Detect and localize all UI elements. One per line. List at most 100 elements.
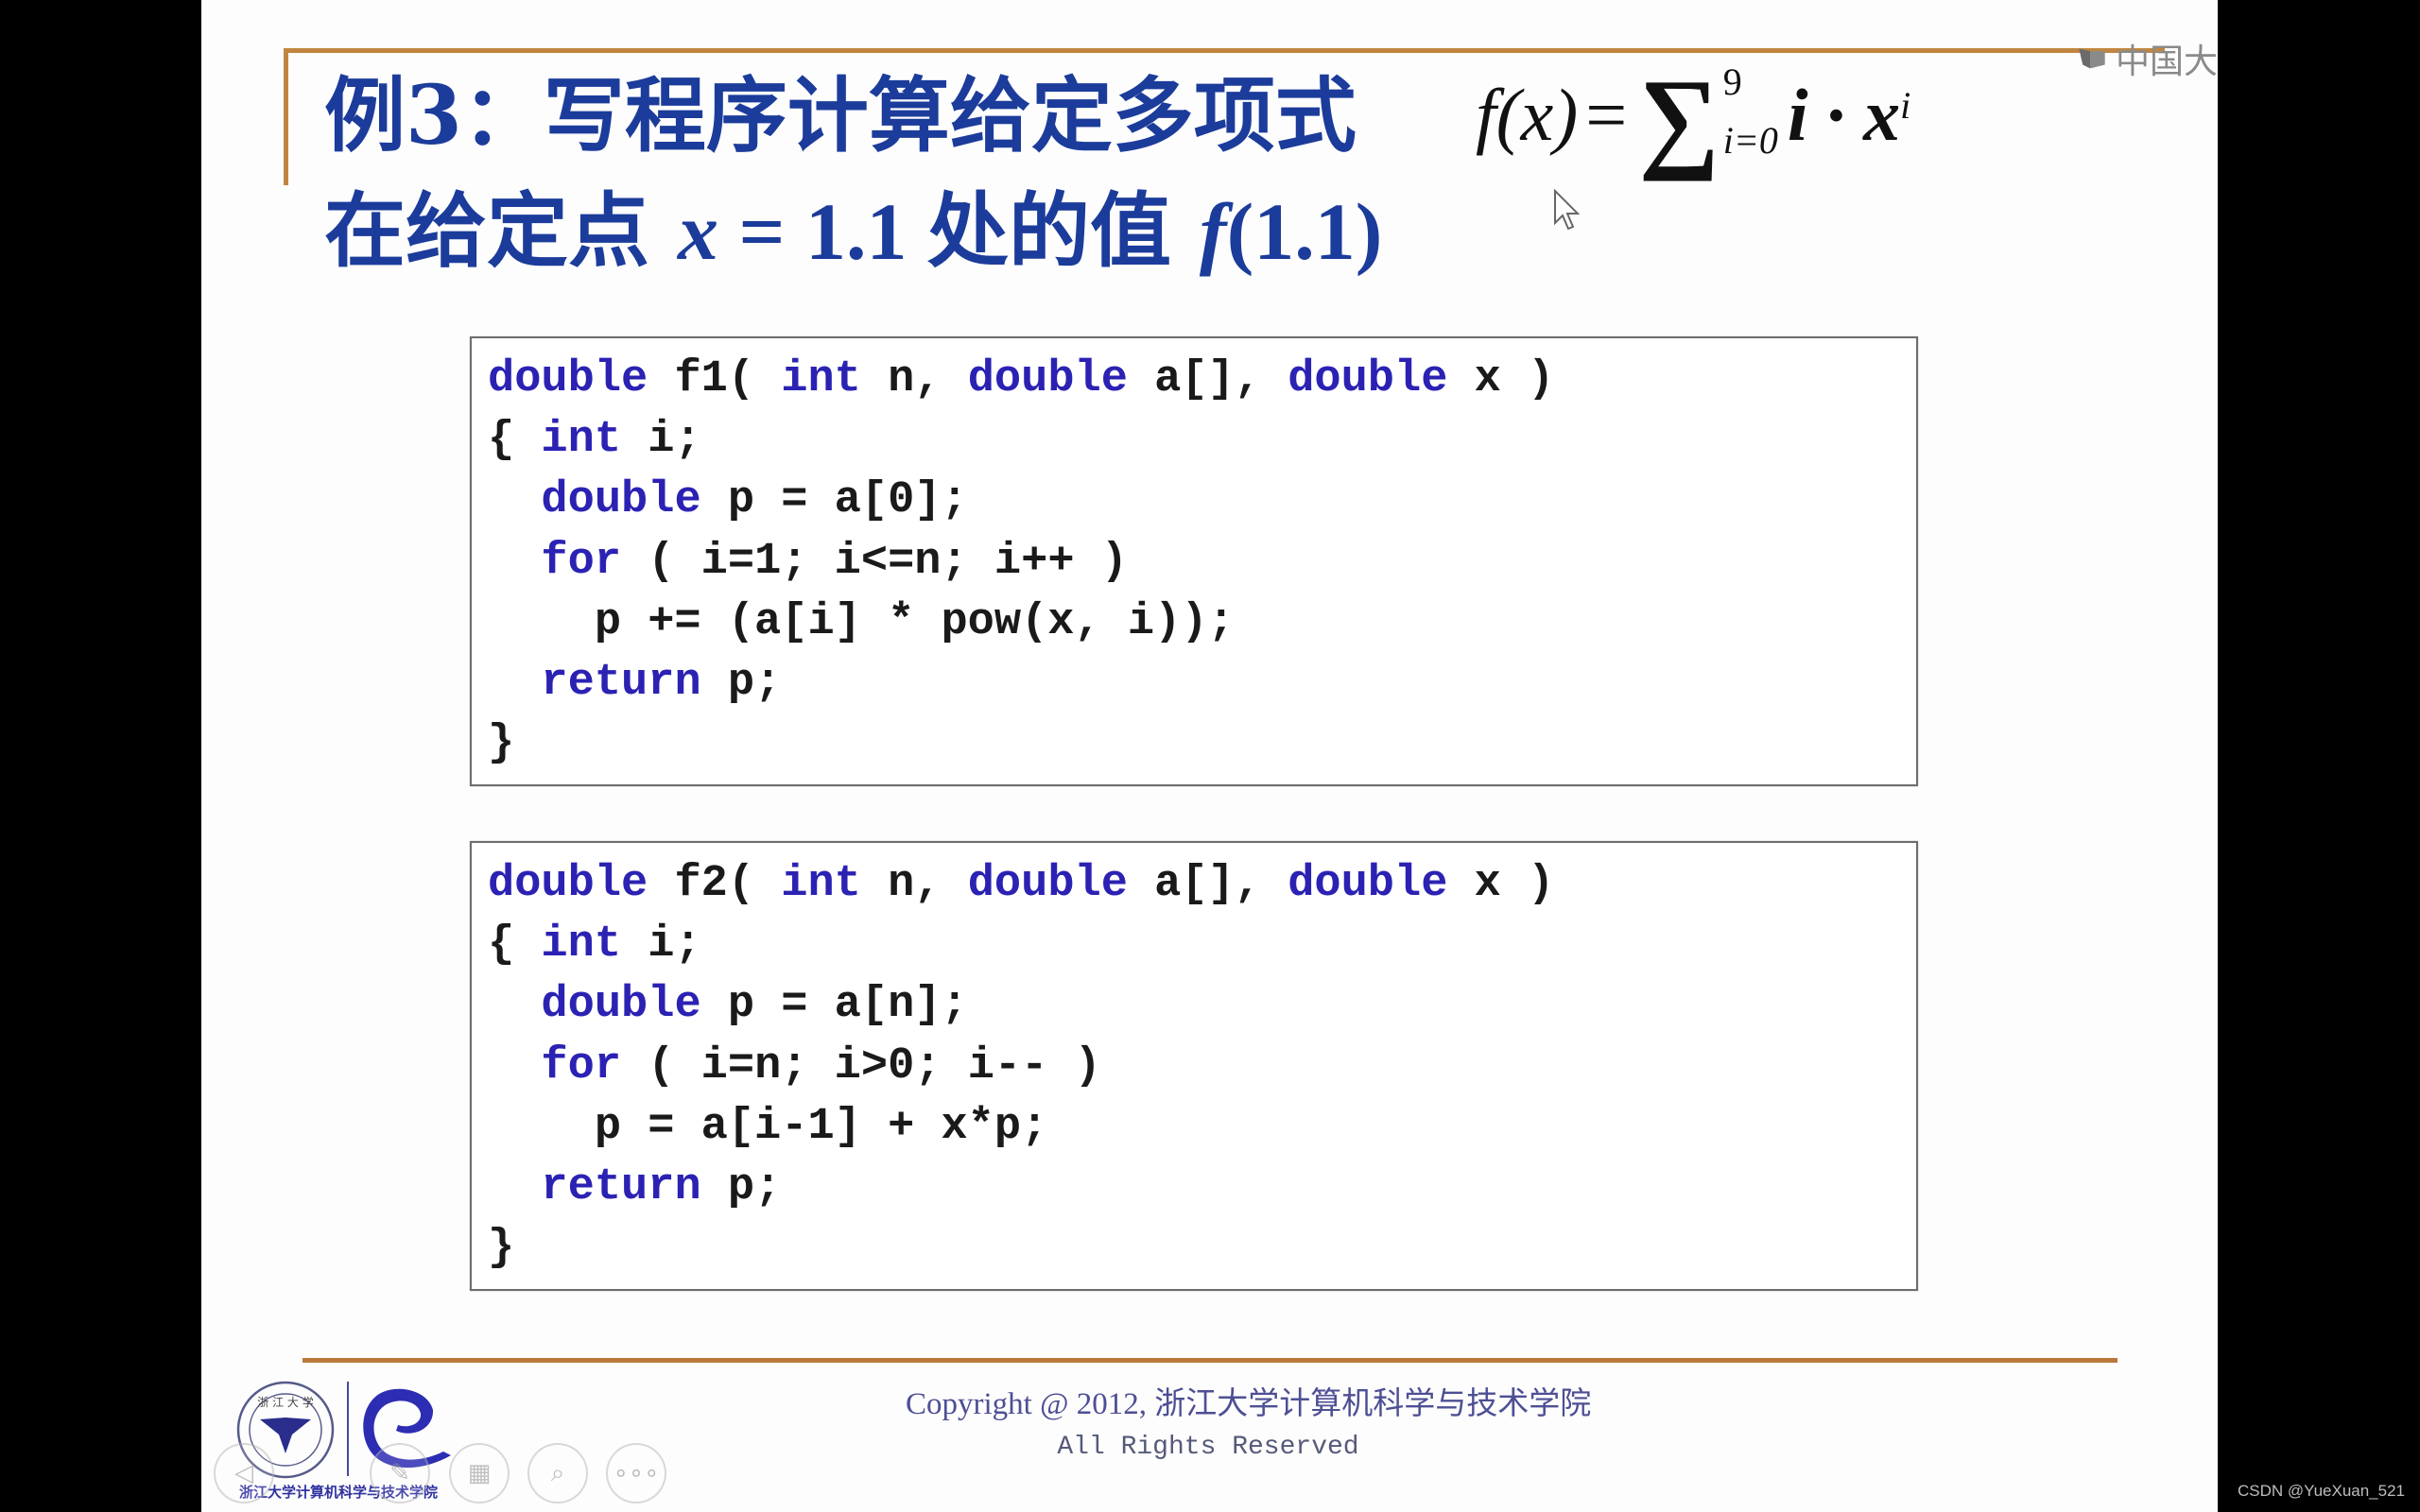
code-keyword: for xyxy=(541,1040,622,1091)
svg-text:浙 江 大 学: 浙 江 大 学 xyxy=(257,1395,313,1409)
code-text: i; xyxy=(621,919,701,971)
code-keyword: double xyxy=(541,980,701,1031)
title-func-arg: (1.1) xyxy=(1226,186,1383,277)
zoom-button[interactable]: ⌕ xyxy=(527,1443,588,1503)
code-keyword: double xyxy=(541,475,701,526)
code-line: } xyxy=(488,1218,1916,1279)
prev-arrow-icon: ◁ xyxy=(234,1459,253,1487)
sum-lower-limit: i=0 xyxy=(1722,119,1778,162)
mouse-cursor-icon xyxy=(1554,189,1581,231)
code-line: { int i; xyxy=(488,410,1916,471)
title-var-x: x xyxy=(677,186,718,277)
code-text: a[], xyxy=(1127,354,1288,404)
term-exponent: i xyxy=(1900,84,1911,127)
code-line: { int i; xyxy=(488,915,1916,975)
watermark-text: 中国大 xyxy=(2115,43,2218,79)
slide-title-line-1: 例3：写程序计算给定多项式 xyxy=(324,68,1357,163)
pen-tool-button[interactable]: ✎ xyxy=(370,1443,430,1503)
code-text: x ) xyxy=(1447,354,1555,404)
copyright-text: Copyright @ 2012, 浙江大学计算机科学与技术学院 xyxy=(906,1387,1592,1421)
code-text: { xyxy=(488,919,542,971)
code-keyword: double xyxy=(1288,859,1448,909)
code-text: f2( xyxy=(648,859,782,909)
code-text: n, xyxy=(860,859,968,909)
monitor-logo-icon xyxy=(2079,48,2105,69)
code-keyword: int xyxy=(781,859,861,909)
previous-slide-button[interactable]: ◁ xyxy=(214,1443,274,1503)
title-func-f: f xyxy=(1199,186,1227,277)
code-line: for ( i=n; i>0; i-- ) xyxy=(488,1037,1916,1097)
code-keyword: double xyxy=(1288,354,1448,404)
code-text: p; xyxy=(700,1162,782,1213)
sigma-symbol: ∑ xyxy=(1638,56,1720,181)
code-f1: double f1( int n, double a[], double x )… xyxy=(472,338,1916,774)
presentation-slide: 中国大 例3：写程序计算给定多项式 在给定点 x = 1.1 处的值 f(1.1… xyxy=(201,0,2218,1512)
code-block-f1: double f1( int n, double a[], double x )… xyxy=(470,336,1918,786)
slide-title-line-2: 在给定点 x = 1.1 处的值 f(1.1) xyxy=(324,180,1382,284)
code-text: } xyxy=(488,1223,515,1274)
logo-divider xyxy=(347,1382,349,1476)
grid-icon: ▦ xyxy=(467,1459,492,1487)
code-line: double p = a[n]; xyxy=(488,975,1916,1036)
code-text: p += (a[i] * pow(x, i)); xyxy=(488,596,1235,647)
pen-icon: ✎ xyxy=(389,1459,410,1487)
course-watermark: 中国大 xyxy=(2078,38,2218,79)
code-block-f2: double f2( int n, double a[], double x )… xyxy=(470,841,1918,1291)
code-text: i; xyxy=(621,415,701,466)
code-text: f1( xyxy=(648,354,782,404)
code-keyword: int xyxy=(541,919,622,971)
code-keyword: return xyxy=(541,1162,701,1213)
code-line: } xyxy=(488,713,1916,774)
code-keyword: int xyxy=(541,415,622,466)
code-line: return p; xyxy=(488,1158,1916,1218)
header-accent-line xyxy=(284,48,2165,53)
magnifier-icon: ⌕ xyxy=(550,1458,565,1487)
code-text: a[], xyxy=(1127,859,1288,909)
code-line: p = a[i-1] + x*p; xyxy=(488,1097,1916,1158)
header-accent-bracket xyxy=(284,48,288,185)
title-value: = 1.1 xyxy=(717,186,927,277)
code-text: ( i=n; i>0; i-- ) xyxy=(621,1040,1101,1091)
code-f2: double f2( int n, double a[], double x )… xyxy=(472,843,1916,1279)
footer-divider xyxy=(302,1358,2118,1363)
code-line: p += (a[i] * pow(x, i)); xyxy=(488,593,1916,653)
csdn-credit: CSDN @YueXuan_521 xyxy=(2238,1482,2405,1500)
code-text: ( i=1; i<=n; i++ ) xyxy=(621,536,1128,587)
sum-term: i · x xyxy=(1787,74,1901,156)
code-keyword: int xyxy=(781,354,861,404)
code-keyword: double xyxy=(488,859,648,909)
code-keyword: for xyxy=(541,536,622,587)
title-text: 在给定点 xyxy=(324,183,649,279)
code-line: double p = a[0]; xyxy=(488,471,1916,531)
formula-equals: = xyxy=(1585,74,1628,156)
code-keyword: double xyxy=(488,354,648,404)
code-text: n, xyxy=(860,354,968,404)
more-dots-icon: ∘∘∘ xyxy=(613,1459,660,1487)
code-text: p; xyxy=(700,658,782,709)
more-options-button[interactable]: ∘∘∘ xyxy=(606,1443,666,1503)
formula-f: f xyxy=(1476,74,1496,156)
code-text: p = a[i-1] + x*p; xyxy=(488,1101,1048,1152)
code-text: } xyxy=(488,718,515,769)
code-text: p = a[n]; xyxy=(700,980,968,1031)
code-line: return p; xyxy=(488,653,1916,713)
rights-text: All Rights Reserved xyxy=(1057,1433,1359,1462)
formula-arg: (x) xyxy=(1495,74,1579,156)
code-text: p = a[0]; xyxy=(700,475,968,526)
code-keyword: double xyxy=(967,354,1128,404)
code-text: x ) xyxy=(1447,859,1555,909)
sum-limits: 9 i=0 xyxy=(1722,63,1778,162)
code-line: double f2( int n, double a[], double x ) xyxy=(488,854,1916,915)
code-line: double f1( int n, double a[], double x ) xyxy=(488,350,1916,410)
code-keyword: double xyxy=(967,859,1128,909)
code-text: { xyxy=(488,415,542,466)
sum-upper-limit: 9 xyxy=(1722,60,1742,103)
code-line: for ( i=1; i<=n; i++ ) xyxy=(488,532,1916,593)
slide-sorter-button[interactable]: ▦ xyxy=(449,1443,510,1503)
